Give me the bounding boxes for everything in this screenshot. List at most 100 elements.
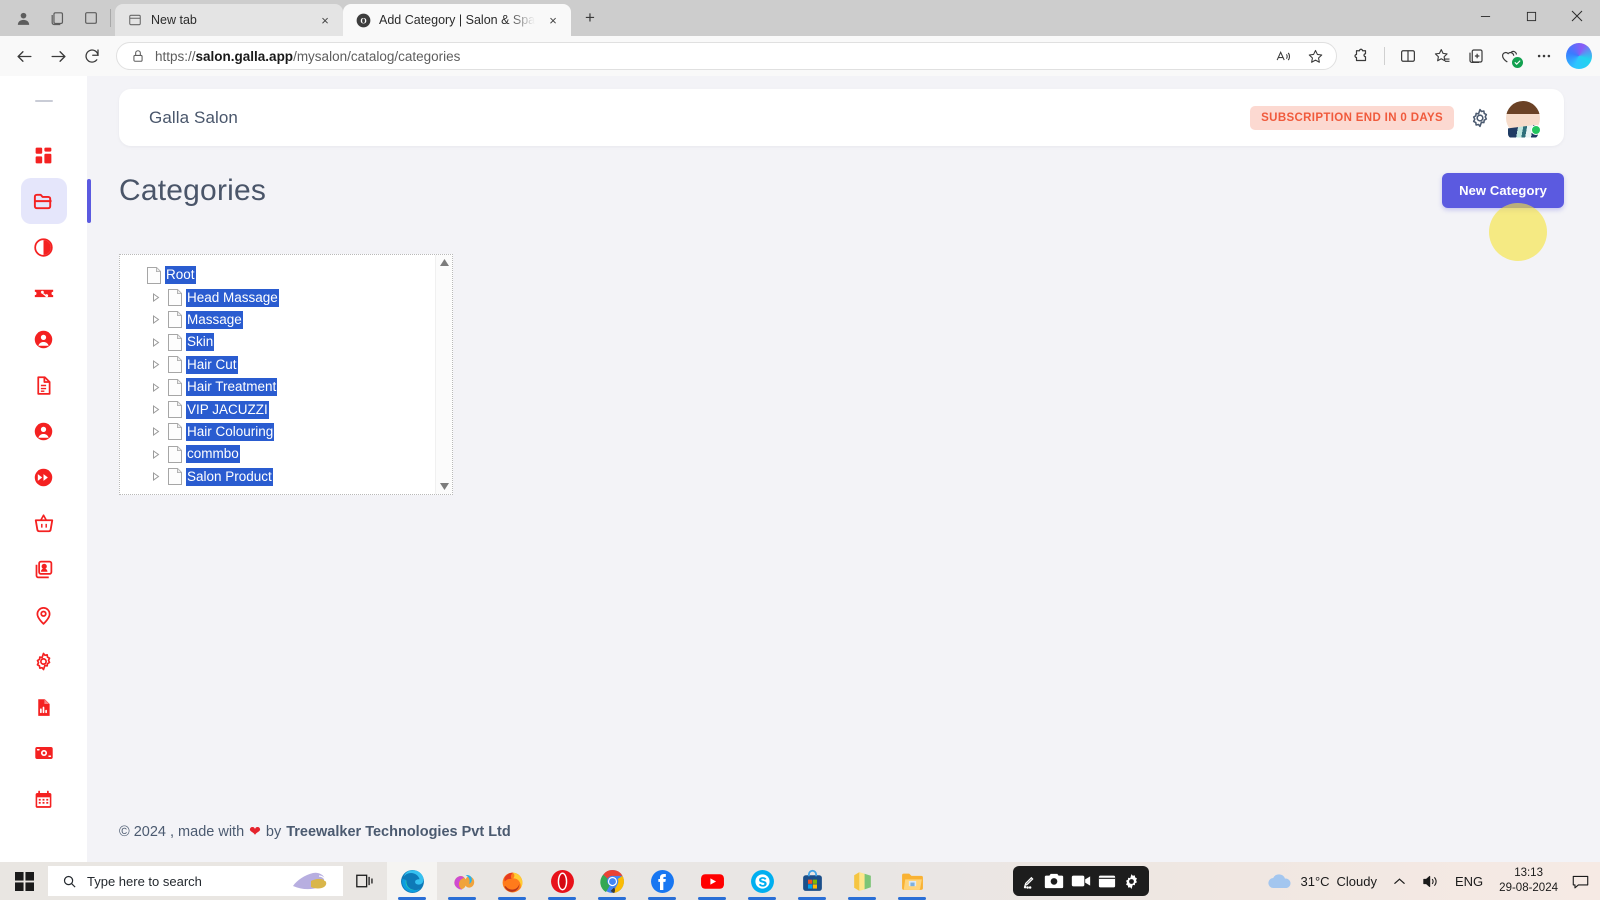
new-tab-button[interactable]: + <box>575 3 605 33</box>
browser-tab-add-category[interactable]: O Add Category | Salon & Spa Mana × <box>343 4 571 36</box>
tree-node[interactable]: Salon Product <box>127 466 435 488</box>
address-bar[interactable]: https://salon.galla.app/mysalon/catalog/… <box>116 42 1337 70</box>
minimize-button[interactable] <box>1462 0 1508 32</box>
sidebar-item-reports[interactable] <box>21 684 67 730</box>
taskbar-app-facebook[interactable] <box>637 862 687 900</box>
favorites-list-icon[interactable] <box>1426 41 1458 71</box>
close-icon[interactable]: × <box>315 10 335 30</box>
tree-node-root[interactable]: Root <box>127 264 435 286</box>
taskbar-app-file-explorer[interactable] <box>887 862 937 900</box>
chevron-right-icon[interactable] <box>148 449 164 459</box>
sidebar-item-locations[interactable] <box>21 592 67 638</box>
taskbar-app-google-chrome[interactable] <box>587 862 637 900</box>
sidebar-item-staff[interactable] <box>21 408 67 454</box>
notification-icon[interactable] <box>1566 874 1594 889</box>
close-icon[interactable]: × <box>543 10 563 30</box>
screen-recorder-toolbar[interactable] <box>1013 866 1149 896</box>
tree-node[interactable]: Hair Cut <box>127 354 435 376</box>
sidebar-item-customers[interactable] <box>21 316 67 362</box>
profile-icon[interactable] <box>6 3 40 33</box>
clock[interactable]: 13:13 29-08-2024 <box>1491 866 1566 896</box>
chevron-right-icon[interactable] <box>148 315 164 325</box>
taskbar-app-skype[interactable] <box>737 862 787 900</box>
scroll-up-arrow[interactable] <box>439 259 449 266</box>
brand-title: Galla Salon <box>149 107 238 127</box>
draw-icon[interactable] <box>1022 874 1037 889</box>
taskbar-app-opera[interactable] <box>537 862 587 900</box>
chevron-right-icon[interactable] <box>148 360 164 370</box>
read-aloud-icon[interactable] <box>1270 41 1296 71</box>
chevron-right-icon[interactable] <box>148 293 164 303</box>
copilot-shortcut-icon[interactable] <box>289 867 335 895</box>
file-icon <box>143 266 165 284</box>
taskbar-app-youtube[interactable] <box>687 862 737 900</box>
camera-icon[interactable] <box>1044 873 1064 889</box>
sidebar-item-appointments[interactable] <box>21 776 67 822</box>
copilot-icon[interactable] <box>1566 43 1592 69</box>
sidebar-item-orders[interactable] <box>21 500 67 546</box>
back-arrow-icon[interactable] <box>8 41 40 71</box>
gear-icon[interactable] <box>1468 106 1492 130</box>
forward-arrow-icon[interactable] <box>42 41 74 71</box>
tree-node[interactable]: Head Massage <box>127 286 435 308</box>
browser-essentials-icon[interactable] <box>1494 41 1526 71</box>
tree-node[interactable]: VIP JACUZZI <box>127 398 435 420</box>
volume-icon[interactable] <box>1414 874 1447 889</box>
chevron-right-icon[interactable] <box>148 382 164 392</box>
sidebar-item-payments[interactable] <box>21 730 67 776</box>
close-button[interactable] <box>1554 0 1600 32</box>
collections-icon[interactable] <box>1460 41 1492 71</box>
category-tree[interactable]: Root Head Massage Massage Skin Hair Cut … <box>119 254 453 495</box>
language-indicator[interactable]: ENG <box>1447 874 1491 889</box>
sidebar-item-catalog[interactable] <box>20 178 91 224</box>
svg-text:O: O <box>360 16 366 25</box>
file-icon <box>164 311 186 329</box>
extensions-icon[interactable] <box>1345 41 1377 71</box>
window-icon[interactable] <box>1098 874 1116 889</box>
tree-node[interactable]: Massage <box>127 309 435 331</box>
split-screen-icon[interactable] <box>1392 41 1424 71</box>
task-view-icon[interactable] <box>343 873 387 889</box>
avatar[interactable] <box>1506 100 1541 138</box>
tab-collections-icon[interactable] <box>40 3 74 33</box>
tree-node[interactable]: Hair Colouring <box>127 421 435 443</box>
sidebar-item-contrast[interactable] <box>21 224 67 270</box>
tree-node[interactable]: Skin <box>127 331 435 353</box>
more-options-icon[interactable] <box>1528 41 1560 71</box>
chevron-right-icon[interactable] <box>148 337 164 347</box>
sidebar-item-offers[interactable] <box>21 270 67 316</box>
windows-start-icon[interactable] <box>0 871 48 891</box>
weather-widget[interactable]: 31°C Cloudy <box>1259 873 1385 890</box>
taskbar-app-microsoft-edge[interactable] <box>387 862 437 900</box>
vertical-tabs-icon[interactable] <box>74 3 108 33</box>
video-icon[interactable] <box>1071 874 1091 888</box>
sidebar-item-fast-forward[interactable] <box>21 454 67 500</box>
tree-scrollbar[interactable] <box>435 255 452 494</box>
reload-icon[interactable] <box>76 41 108 71</box>
tree-node[interactable]: Hair Treatment <box>127 376 435 398</box>
sidebar-collapse-handle[interactable] <box>34 100 53 102</box>
taskbar-app-office[interactable] <box>837 862 887 900</box>
favorite-star-icon[interactable] <box>1302 41 1328 71</box>
sidebar-item-dashboard[interactable] <box>21 132 67 178</box>
sidebar-item-invoices[interactable] <box>21 362 67 408</box>
taskbar-app-microsoft-copilot[interactable] <box>437 862 487 900</box>
show-hidden-icons[interactable] <box>1385 875 1414 888</box>
new-category-button[interactable]: New Category <box>1442 173 1564 208</box>
taskbar-app-mozilla-firefox[interactable] <box>487 862 537 900</box>
page-footer: © 2024 , made with ❤ by Treewalker Techn… <box>119 823 511 840</box>
search-input[interactable]: Type here to search <box>48 866 343 896</box>
settings-icon[interactable] <box>1123 873 1140 890</box>
chevron-right-icon[interactable] <box>148 405 164 414</box>
tree-node[interactable]: commbo <box>127 443 435 465</box>
tree-node-label: Hair Cut <box>186 355 238 374</box>
chevron-right-icon[interactable] <box>148 427 164 437</box>
chevron-right-icon[interactable] <box>148 472 164 482</box>
sidebar-item-settings[interactable] <box>21 638 67 684</box>
status-badge[interactable]: SUBSCRIPTION END IN 0 DAYS <box>1250 105 1454 130</box>
taskbar-app-microsoft-store[interactable] <box>787 862 837 900</box>
scroll-down-arrow[interactable] <box>439 483 449 490</box>
maximize-button[interactable] <box>1508 0 1554 32</box>
browser-tab-new-tab[interactable]: New tab × <box>115 4 343 36</box>
sidebar-item-contacts[interactable] <box>21 546 67 592</box>
